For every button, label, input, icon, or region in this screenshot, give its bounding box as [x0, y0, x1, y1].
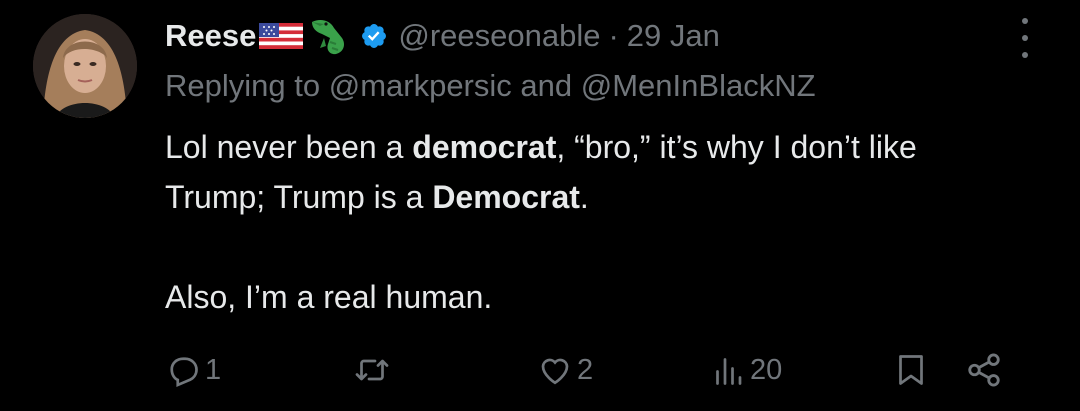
text-segment: Trump; Trump is a — [165, 179, 433, 215]
tweet-date[interactable]: 29 Jan — [627, 18, 720, 54]
reply-button[interactable]: 1 — [165, 345, 221, 395]
text-segment: Lol never been a — [165, 129, 413, 165]
author-handle[interactable]: @reeseonable — [398, 18, 600, 54]
retweet-button[interactable] — [353, 345, 395, 395]
bookmark-button[interactable] — [893, 345, 929, 395]
share-button[interactable] — [965, 345, 1003, 395]
replying-joiner: and — [520, 68, 573, 103]
more-options-icon[interactable] — [1014, 18, 1036, 58]
author-name[interactable]: Reese — [165, 18, 256, 54]
more-dot — [1022, 35, 1028, 41]
text-segment: , “bro,” it’s why I don’t like — [556, 129, 917, 165]
retweet-icon — [353, 352, 391, 388]
tweet-text-line: Lol never been a democrat, “bro,” it’s w… — [165, 122, 1055, 172]
mention-link[interactable]: @markpersic — [329, 68, 512, 103]
reply-icon — [165, 352, 201, 388]
tweet-actions-bar: 1 2 20 — [165, 345, 1035, 395]
bookmark-icon — [893, 351, 929, 389]
replying-prefix: Replying to — [165, 68, 321, 103]
like-count: 2 — [577, 353, 594, 386]
bold-text: Democrat — [432, 179, 580, 215]
separator-dot: · — [608, 18, 619, 53]
tweet-text-line: Also, I’m a real human. — [165, 279, 493, 315]
more-dot — [1022, 52, 1028, 58]
share-icon — [965, 351, 1003, 389]
reply-count: 1 — [205, 353, 222, 386]
text-segment: . — [579, 179, 589, 215]
us-flag-icon — [258, 20, 304, 52]
more-dot — [1022, 18, 1028, 24]
views-button[interactable]: 20 — [710, 345, 782, 395]
alligator-icon — [306, 14, 350, 58]
bold-text: democrat — [412, 129, 557, 165]
replying-to-line: Replying to @markpersic and @MenInBlackN… — [165, 68, 816, 104]
mention-link[interactable]: @MenInBlackNZ — [581, 68, 816, 103]
views-count: 20 — [750, 353, 783, 386]
views-icon — [710, 352, 746, 388]
heart-icon — [537, 352, 573, 388]
avatar[interactable] — [33, 14, 137, 118]
tweet-header: Reese @reeseonable · 29 Jan — [165, 14, 720, 58]
like-button[interactable]: 2 — [537, 345, 593, 395]
verified-badge-icon[interactable] — [360, 22, 388, 50]
tweet-text-line: Trump; Trump is a Democrat. — [165, 172, 1055, 222]
tweet-body: Lol never been a democrat, “bro,” it’s w… — [165, 122, 1055, 322]
